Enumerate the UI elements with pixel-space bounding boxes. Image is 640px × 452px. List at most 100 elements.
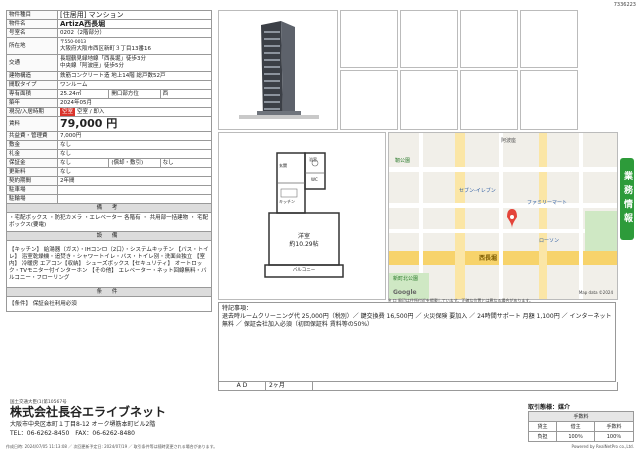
map-drawing xyxy=(389,133,617,299)
aspect: 西 xyxy=(159,89,213,99)
bicycle-parking xyxy=(57,194,212,204)
ad-row: A D 2ヶ月 xyxy=(218,382,618,391)
zip-code: 〒550-0013 xyxy=(60,40,87,45)
label: 契約期間 xyxy=(6,176,58,186)
label: 現況/入居時期 xyxy=(6,107,58,117)
building-exterior-image[interactable] xyxy=(218,10,338,130)
map-credit: Map data ©2024 xyxy=(578,290,613,295)
room-size: 約10.29帖 xyxy=(289,241,319,248)
label: 物件種目 xyxy=(6,10,58,20)
parking xyxy=(57,185,212,195)
property-type: [住居用] マンション xyxy=(57,10,212,20)
photo-slot[interactable] xyxy=(460,70,518,130)
label: 建物構造 xyxy=(6,71,58,81)
label: 駐輪場 xyxy=(6,194,58,204)
label: 敷金 xyxy=(6,140,58,150)
floor-plan-drawing xyxy=(264,152,344,278)
fee-cell: 100％ xyxy=(556,431,596,442)
photo-slot[interactable] xyxy=(520,10,578,68)
amortization: なし xyxy=(159,158,213,168)
address: 〒550-0013 大阪府大阪市西区新町３丁目13番16 xyxy=(57,37,212,55)
notes-text: ・宅配ボックス ・防犯カメラ ・エレベーター 各階有 ・ 共用部一括建物 ・ 宅… xyxy=(6,212,212,232)
property-name: ArtizA西長堀 xyxy=(57,19,212,29)
company-name: 株式会社長谷エライブネット xyxy=(10,405,167,419)
key-money: なし xyxy=(57,149,212,159)
label: 物件名 xyxy=(6,19,58,29)
business-info-tab[interactable]: 業務情報 xyxy=(620,158,634,240)
label: 専有面積 xyxy=(6,89,58,99)
transaction-title: 取引態様：媒介 xyxy=(528,404,571,411)
fee-cell: 借主 xyxy=(556,421,596,432)
google-logo: Google xyxy=(393,289,417,296)
company-phone: TEL：06-6262-8450 FAX：06-6262-8480 xyxy=(10,430,135,437)
kitchen-label: キッチン xyxy=(279,199,295,204)
transport: 長堀鶴見緑地線「西長堀」徒歩3分 中央線「阿波座」徒歩5分 xyxy=(57,54,212,72)
company-address: 大阪市中央区本町１丁目8-12 オーク堺筋本町ビル2階 xyxy=(10,421,156,428)
label: (償却・敷引) xyxy=(108,158,161,168)
floor-area: 25.24㎡ xyxy=(56,89,110,99)
room-number: 0202（2階部分） xyxy=(57,28,212,38)
transport-line: 長堀鶴見緑地線「西長堀」徒歩3分 xyxy=(60,56,147,62)
ad-value: 2ヶ月 xyxy=(266,382,313,390)
address-value: 大阪府大阪市西区新町３丁目13番16 xyxy=(60,46,151,52)
map-label: 靭公園 xyxy=(395,158,411,164)
map-label: 新町北公園 xyxy=(393,276,419,282)
label: 保証金 xyxy=(6,158,58,168)
photo-slot[interactable] xyxy=(340,70,398,130)
building-illustration xyxy=(219,11,337,129)
map-label: 阿波座 xyxy=(501,138,517,144)
photo-slot[interactable] xyxy=(520,70,578,130)
wc-label: WC xyxy=(311,177,318,182)
notes-header: 備 考 xyxy=(6,203,212,213)
footer-note: 作成日時: 2024/07/05 11:13:08 ／ 次回更新予定日: 202… xyxy=(6,444,218,449)
conditions-text: 【条件】 保証会社利用必須 xyxy=(6,296,212,312)
equipment-header: 設 備 xyxy=(6,231,212,241)
powered-by: Powered by RealNetPro co.,Ltd. xyxy=(571,444,634,449)
status-value: 空室 / 即入 xyxy=(77,109,105,115)
label: 賃料 xyxy=(6,116,58,132)
floor-plan[interactable]: 玄関 浴室 WC キッチン 洋室 約10.29帖 バルコニー xyxy=(218,132,386,300)
label: 間取タイプ xyxy=(6,80,58,90)
built-date: 2024年05月 xyxy=(57,98,212,108)
photo-slot[interactable] xyxy=(400,70,458,130)
fee-cell: 手数料 xyxy=(594,421,634,432)
guarantee: なし xyxy=(56,158,110,168)
remarks-text: 退去時ルームクリーニング代 25,000円（税別）／ 鍵交換費 16,500円 … xyxy=(222,313,612,328)
fee-cell: 負担 xyxy=(527,431,558,442)
label: 開口部方位 xyxy=(108,89,161,99)
label: 所在地 xyxy=(6,37,58,55)
label: 駐車場 xyxy=(6,185,58,195)
rent: 79,000 円 xyxy=(57,116,212,132)
remarks-title: 特記事項： xyxy=(222,305,253,312)
label: 交通 xyxy=(6,54,58,72)
photo-slot[interactable] xyxy=(460,10,518,68)
structure: 鉄筋コンクリート造 地上14階 総戸数52戸 xyxy=(57,71,212,81)
conditions-header: 条 件 xyxy=(6,287,212,297)
station-label: 西長堀 xyxy=(479,255,498,262)
photo-slot[interactable] xyxy=(400,10,458,68)
transport-line: 中央線「阿波座」徒歩5分 xyxy=(60,63,125,69)
fee-cell: 100％ xyxy=(594,431,634,442)
location-map[interactable]: 阿波座 靭公園 ファミリーマート ローソン 新町北公園 セブン-イレブン 西長堀… xyxy=(388,132,618,300)
label: 礼金 xyxy=(6,149,58,159)
fee-table: 手数料 貸主 借主 手数料 負担 100％ 100％ xyxy=(527,411,634,442)
label: 更新料 xyxy=(6,167,58,177)
map-label: ファミリーマート xyxy=(527,200,568,206)
label: 共益費・管理費 xyxy=(6,131,58,141)
fee-header: 手数料 xyxy=(528,411,634,422)
ad-label: A D xyxy=(219,382,266,390)
management-fee: 7,000円 xyxy=(57,131,212,141)
contract-period: 2年間 xyxy=(57,176,212,186)
renewal-fee: なし xyxy=(57,167,212,177)
label: 築年 xyxy=(6,98,58,108)
entrance-label: 玄関 xyxy=(279,163,287,168)
equipment-text: 【キッチン】 給湯器（ガス）・IHコンロ（2口）・システムキッチン 【バス・トイ… xyxy=(6,240,212,288)
property-table: 物件種目 [住居用] マンション 物件名 ArtizA西長堀 号室名 0202（2階部… xyxy=(6,10,213,312)
balcony-label: バルコニー xyxy=(292,268,316,273)
photo-slot[interactable] xyxy=(340,10,398,68)
status: 空室 空室 / 即入 xyxy=(57,107,212,117)
bath-label: 浴室 xyxy=(309,157,317,162)
layout-type: ワンルーム xyxy=(57,80,212,90)
transaction-type: 取引態様：媒介 手数料 貸主 借主 手数料 負担 100％ 100％ xyxy=(527,402,634,442)
company-block: 国土交通大臣(1)第10567号 株式会社長谷エライブネット 大阪市中央区本町１… xyxy=(10,399,530,437)
